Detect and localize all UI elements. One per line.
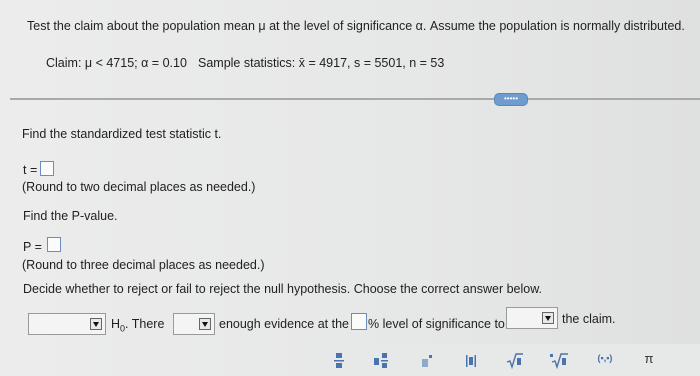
level-text: % level of significance to — [368, 317, 505, 331]
claim-text: Claim: μ < 4715; α = 0.10 — [46, 56, 187, 70]
there-text: . There — [125, 317, 165, 331]
absolute-value-icon[interactable] — [458, 352, 484, 372]
mixed-number-icon[interactable] — [368, 352, 394, 372]
claim-end-text: the claim. — [562, 312, 616, 326]
interval-notation-icon[interactable]: (▪,▪) — [592, 353, 618, 373]
pi-icon[interactable]: π — [636, 351, 662, 371]
enough-evidence-text: enough evidence at the — [219, 317, 349, 331]
fraction-icon[interactable] — [326, 352, 352, 372]
chevron-down-icon — [90, 318, 102, 330]
page: Test the claim about the population mean… — [0, 0, 700, 376]
sample-statistics: Sample statistics: x̄ = 4917, s = 5501, … — [198, 56, 445, 70]
h0-letter: H — [111, 317, 121, 331]
significance-level-input[interactable] — [351, 313, 367, 330]
p-value-prompt: Find the P-value. — [23, 209, 118, 223]
evidence-dropdown[interactable] — [173, 313, 215, 335]
reject-dropdown[interactable] — [28, 313, 106, 335]
chevron-down-icon — [542, 312, 554, 324]
math-toolbar: (▪,▪) π — [300, 344, 700, 376]
expand-button[interactable]: ••••• — [494, 93, 528, 106]
chevron-down-icon — [199, 318, 211, 330]
p-label: P = — [23, 240, 42, 254]
square-root-icon[interactable] — [502, 352, 528, 372]
decision-prompt: Decide whether to reject or fail to reje… — [23, 282, 543, 296]
nth-root-icon[interactable] — [546, 352, 572, 372]
claim-dropdown[interactable] — [506, 307, 558, 329]
null-hypothesis-label: H0. There — [111, 317, 164, 334]
t-statistic-prompt: Find the standardized test statistic t. — [22, 127, 222, 141]
exponent-icon[interactable] — [414, 352, 440, 372]
section-divider — [10, 98, 700, 100]
t-value-input[interactable] — [40, 161, 54, 176]
question-prompt: Test the claim about the population mean… — [27, 19, 685, 33]
p-rounding-note: (Round to three decimal places as needed… — [22, 258, 265, 272]
t-rounding-note: (Round to two decimal places as needed.) — [22, 180, 256, 194]
t-label: t = — [23, 163, 38, 177]
p-value-input[interactable] — [47, 237, 61, 252]
